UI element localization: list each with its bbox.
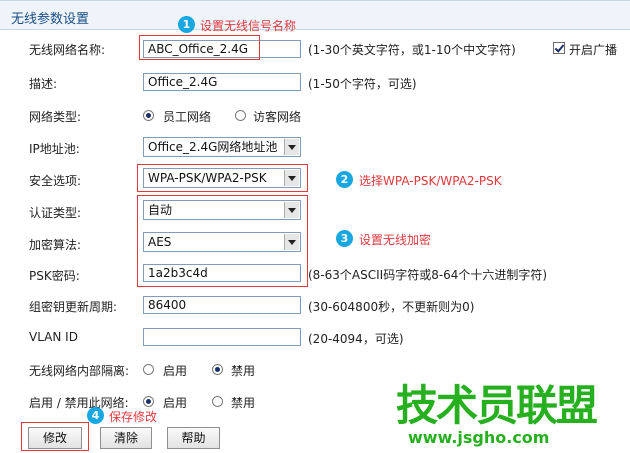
- broadcast-checkbox[interactable]: [553, 42, 565, 54]
- step-badge-4: 4: [87, 407, 104, 424]
- isolation-disable-label: 禁用: [231, 364, 256, 378]
- ssid-highlight-box: [139, 35, 260, 60]
- net-type-guest-radio[interactable]: [235, 110, 246, 121]
- step-badge-1: 1: [178, 16, 195, 33]
- step-badge-3: 3: [336, 230, 353, 247]
- ssid-hint: (1-30个英文字符，或1-10个中文字符): [308, 43, 516, 57]
- encrypt-label: 加密算法:: [29, 238, 82, 252]
- ssid-label: 无线网络名称:: [29, 43, 106, 57]
- help-button[interactable]: 帮助: [167, 427, 220, 449]
- auth-label: 认证类型:: [29, 206, 82, 220]
- enable-on-label: 启用: [163, 396, 188, 410]
- modify-highlight-box: [21, 422, 89, 451]
- enable-off-label: 禁用: [231, 396, 256, 410]
- vlan-hint: (20-4094，可选): [308, 332, 404, 346]
- isolation-enable-radio[interactable]: [143, 364, 154, 375]
- net-type-guest-label: 访客网络: [253, 110, 302, 124]
- vlan-input[interactable]: [143, 328, 301, 346]
- vlan-label: VLAN ID: [29, 330, 78, 344]
- security-label: 安全选项:: [29, 174, 82, 188]
- clear-button[interactable]: 清除: [100, 427, 152, 449]
- desc-label: 描述:: [29, 77, 58, 91]
- desc-input[interactable]: Office_2.4G: [143, 73, 301, 91]
- isolation-label: 无线网络内部隔离:: [29, 364, 130, 378]
- net-type-label: 网络类型:: [29, 110, 82, 124]
- enable-on-radio[interactable]: [143, 396, 154, 407]
- isolation-enable-label: 启用: [163, 364, 188, 378]
- step-note-3: 设置无线加密: [359, 233, 432, 247]
- isolation-disable-radio[interactable]: [212, 364, 223, 375]
- step-note-2: 选择WPA-PSK/WPA2-PSK: [359, 174, 502, 188]
- net-type-staff-label: 员工网络: [163, 110, 212, 124]
- rekey-input[interactable]: 86400: [143, 296, 301, 314]
- encryption-highlight-box: [137, 195, 308, 287]
- enable-off-radio[interactable]: [212, 396, 223, 407]
- section-header: 无线参数设置: [0, 0, 630, 30]
- security-highlight-box: [137, 164, 308, 192]
- section-title: 无线参数设置: [11, 12, 90, 27]
- step-note-1: 设置无线信号名称: [200, 19, 297, 33]
- psk-hint: (8-63个ASCII码字符或8-64个十六进制字符): [308, 268, 548, 282]
- net-type-staff-radio[interactable]: [143, 110, 154, 121]
- ip-pool-value: Office_2.4G网络地址池: [148, 140, 278, 154]
- desc-hint: (1-50个字符，可选): [308, 77, 417, 91]
- step-badge-2: 2: [336, 171, 353, 188]
- watermark-logo: 技术员联盟: [396, 381, 598, 430]
- broadcast-label: 开启广播: [569, 43, 618, 57]
- ip-pool-select[interactable]: Office_2.4G网络地址池: [143, 137, 301, 157]
- step-note-4: 保存修改: [109, 410, 158, 424]
- psk-label: PSK密码:: [29, 269, 80, 283]
- ip-pool-label: IP地址池:: [29, 142, 80, 156]
- watermark-url: www.jsgho.com: [408, 428, 550, 447]
- rekey-label: 组密钥更新周期:: [29, 300, 118, 314]
- dropdown-arrow-icon: [284, 139, 299, 155]
- rekey-hint: (30-604800秒，不更新则为0): [308, 300, 475, 314]
